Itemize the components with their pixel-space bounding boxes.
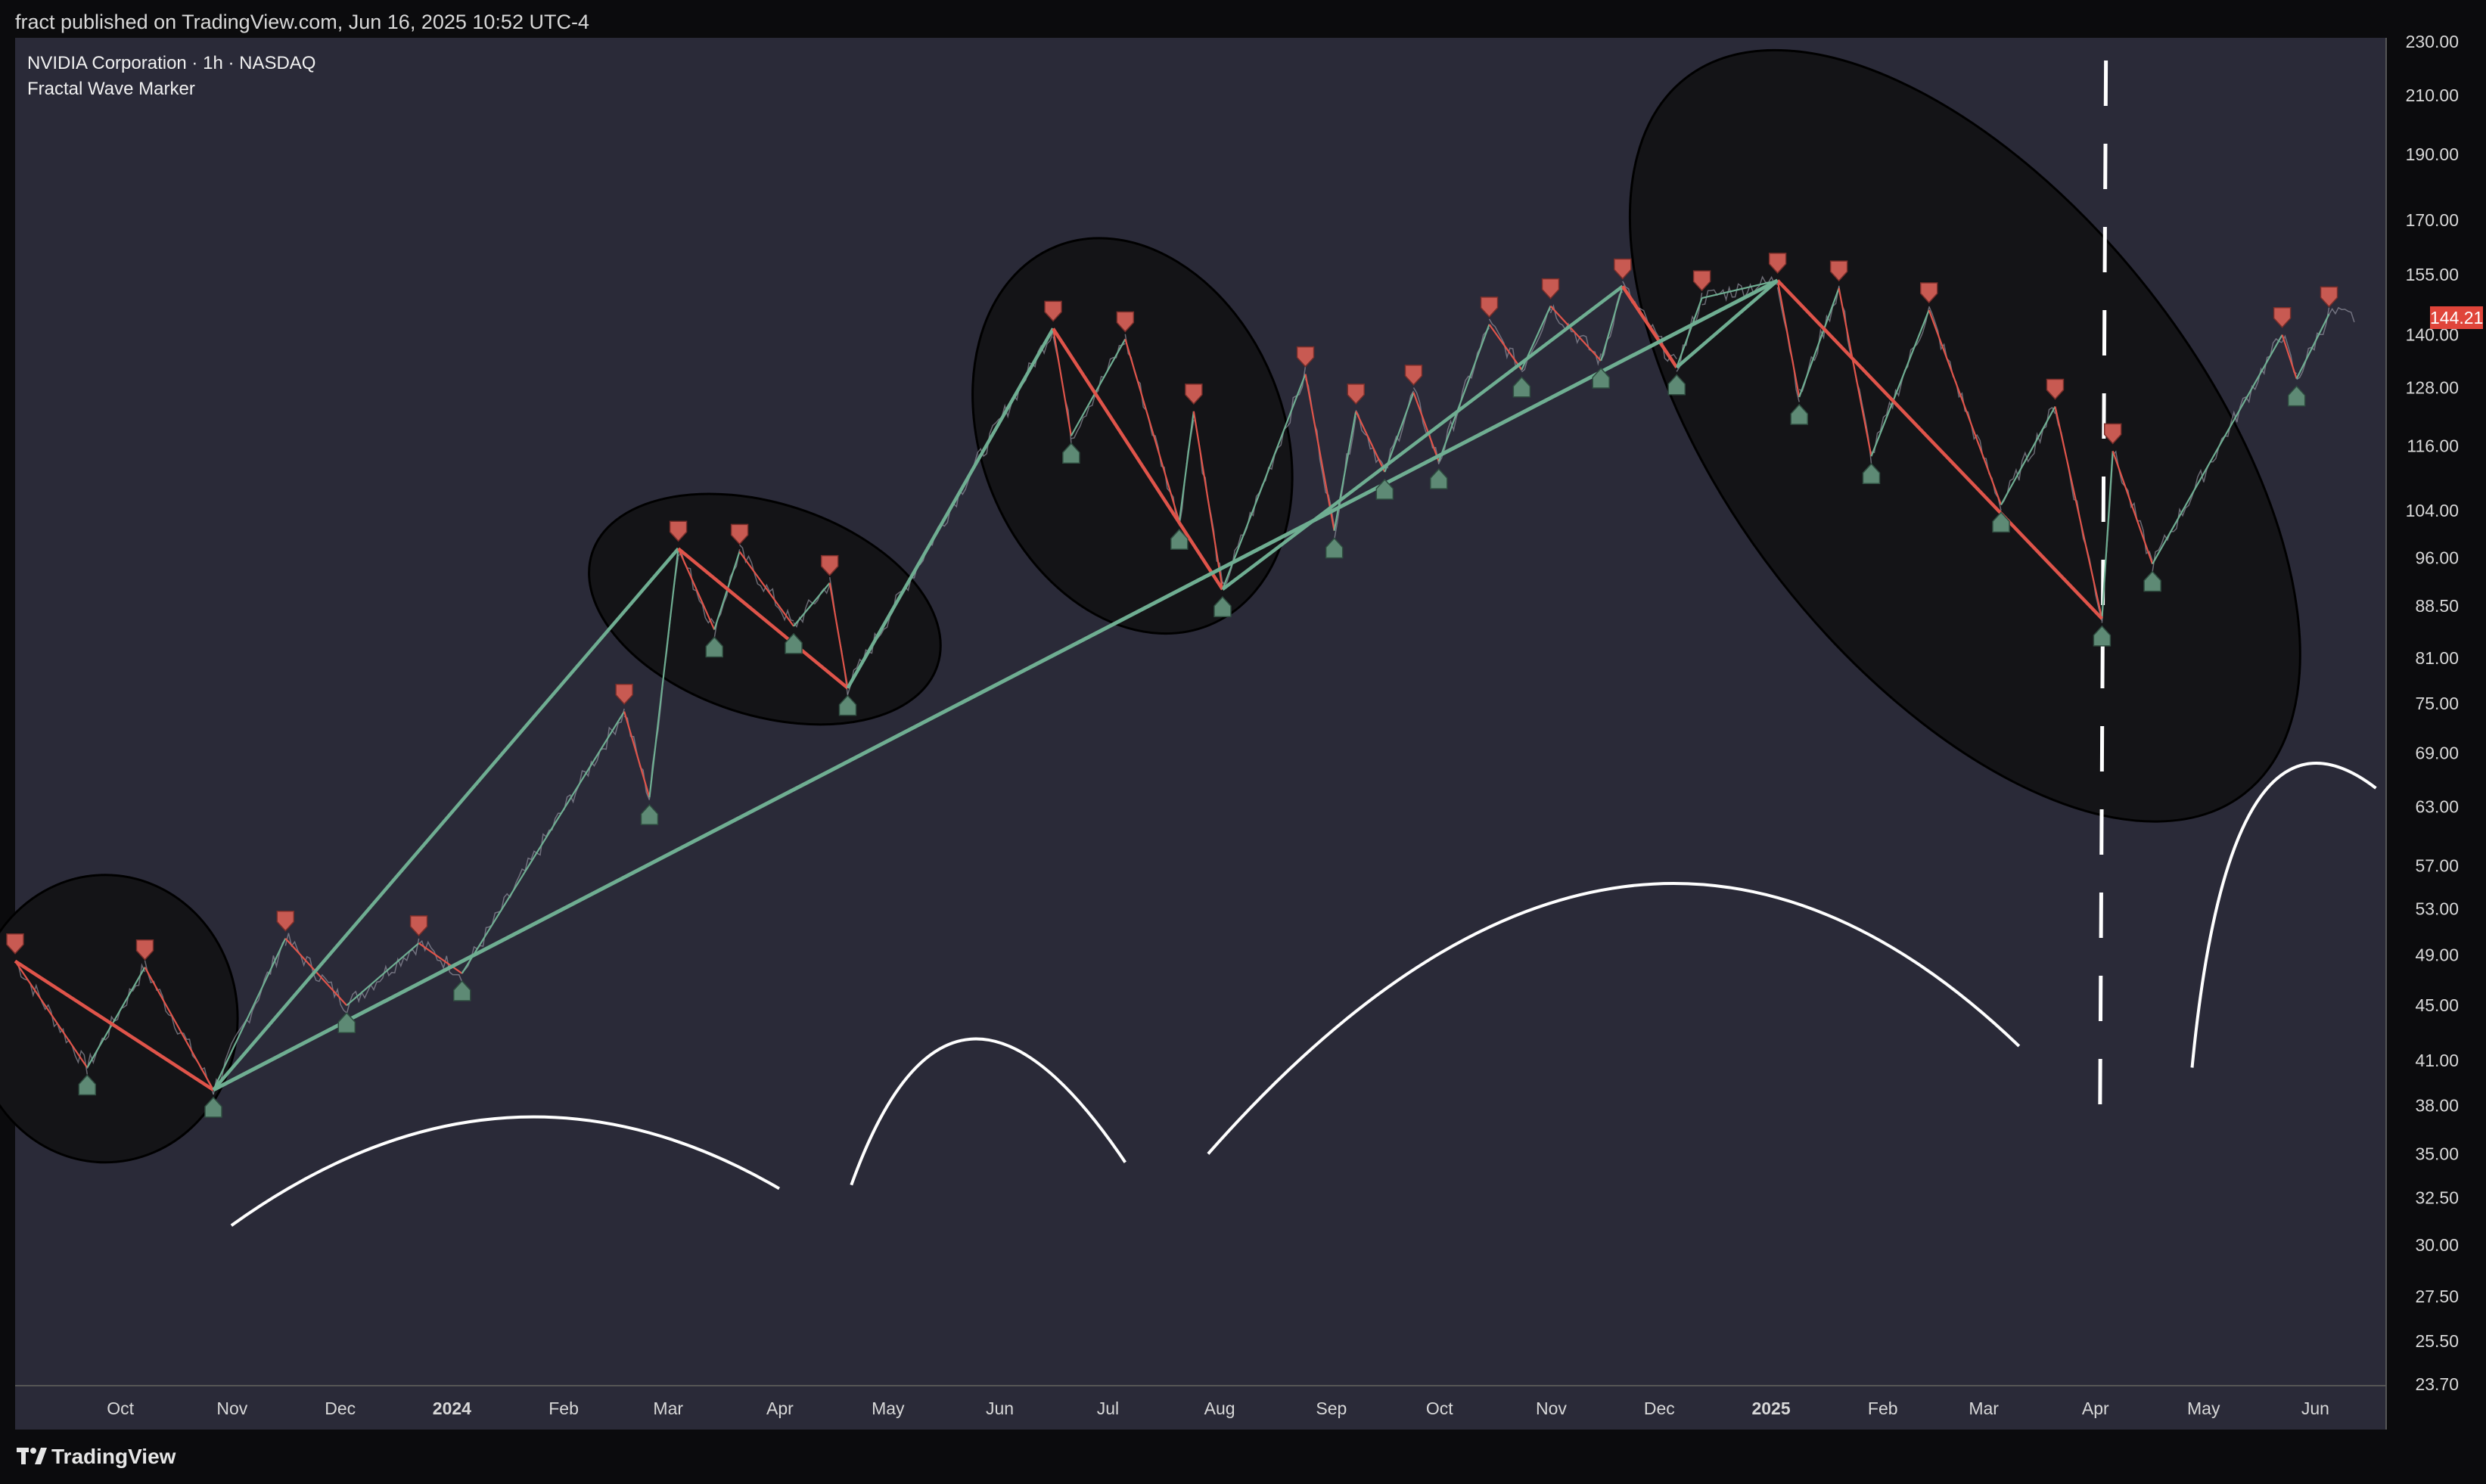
x-tick-label: Jun: [986, 1399, 1014, 1418]
x-tick-label: Oct: [107, 1399, 134, 1418]
x-tick-label: Mar: [1969, 1399, 1999, 1418]
y-tick-label: 49.00: [2415, 945, 2459, 965]
y-tick-label: 63.00: [2415, 796, 2459, 816]
y-tick-label: 230.00: [2406, 32, 2459, 51]
y-tick-label: 88.50: [2415, 596, 2459, 616]
symbol-legend[interactable]: NVIDIA Corporation · 1h · NASDAQ: [27, 53, 315, 74]
chart-frame: fract published on TradingView.com, Jun …: [0, 0, 2486, 1484]
y-tick-label: 45.00: [2415, 995, 2459, 1015]
x-tick-label: Dec: [325, 1399, 356, 1418]
x-tick-label: Nov: [1536, 1399, 1567, 1418]
y-tick-label: 25.50: [2415, 1331, 2459, 1351]
y-tick-label: 96.00: [2415, 548, 2459, 567]
x-tick-label: Mar: [653, 1399, 683, 1418]
x-tick-label: Jul: [1097, 1399, 1119, 1418]
x-tick-label: Jun: [2301, 1399, 2329, 1418]
x-tick-label: May: [2187, 1399, 2220, 1418]
x-tick-label: Sep: [1316, 1399, 1347, 1418]
x-tick-label: Oct: [1426, 1399, 1453, 1418]
bottom-bar: [0, 1430, 2486, 1484]
tradingview-logo-icon[interactable]: [15, 1443, 51, 1469]
y-tick-label: 170.00: [2406, 210, 2459, 230]
tradingview-brand[interactable]: TradingView: [51, 1445, 176, 1469]
x-tick-label: 2024: [433, 1399, 471, 1418]
y-tick-label: 27.50: [2415, 1287, 2459, 1306]
last-price-tag: 144.21: [2430, 306, 2484, 329]
x-tick-label: Dec: [1644, 1399, 1675, 1418]
y-tick-label: 116.00: [2407, 436, 2459, 456]
x-tick-label: Apr: [2082, 1399, 2109, 1418]
y-tick-label: 30.00: [2415, 1235, 2459, 1255]
y-tick-label: 41.00: [2415, 1051, 2459, 1070]
y-tick-label: 190.00: [2406, 144, 2459, 164]
x-tick-label: 2025: [1751, 1399, 1790, 1418]
y-tick-label: 23.70: [2415, 1374, 2459, 1394]
y-tick-label: 81.00: [2415, 648, 2459, 668]
indicator-legend[interactable]: Fractal Wave Marker: [27, 79, 195, 100]
price-axis[interactable]: 230.00210.00190.00170.00155.00140.00128.…: [2385, 32, 2459, 1430]
y-tick-label: 35.00: [2415, 1144, 2459, 1163]
x-tick-label: Aug: [1204, 1399, 1235, 1418]
y-tick-label: 75.00: [2415, 694, 2459, 713]
y-tick-label: 210.00: [2406, 85, 2459, 105]
x-tick-label: Feb: [1868, 1399, 1898, 1418]
y-tick-label: 155.00: [2406, 265, 2459, 284]
y-tick-label: 53.00: [2415, 899, 2459, 918]
y-tick-label: 104.00: [2406, 501, 2459, 520]
y-tick-label: 128.00: [2406, 378, 2459, 398]
x-tick-label: May: [872, 1399, 905, 1418]
price-chart[interactable]: 230.00210.00190.00170.00155.00140.00128.…: [0, 0, 2486, 1484]
x-tick-label: Apr: [766, 1399, 794, 1418]
y-tick-label: 38.00: [2415, 1095, 2459, 1115]
y-tick-label: 32.50: [2415, 1188, 2459, 1207]
x-tick-label: Nov: [216, 1399, 247, 1418]
x-tick-label: Feb: [548, 1399, 579, 1418]
y-tick-label: 57.00: [2415, 856, 2459, 876]
y-tick-label: 69.00: [2415, 743, 2459, 762]
